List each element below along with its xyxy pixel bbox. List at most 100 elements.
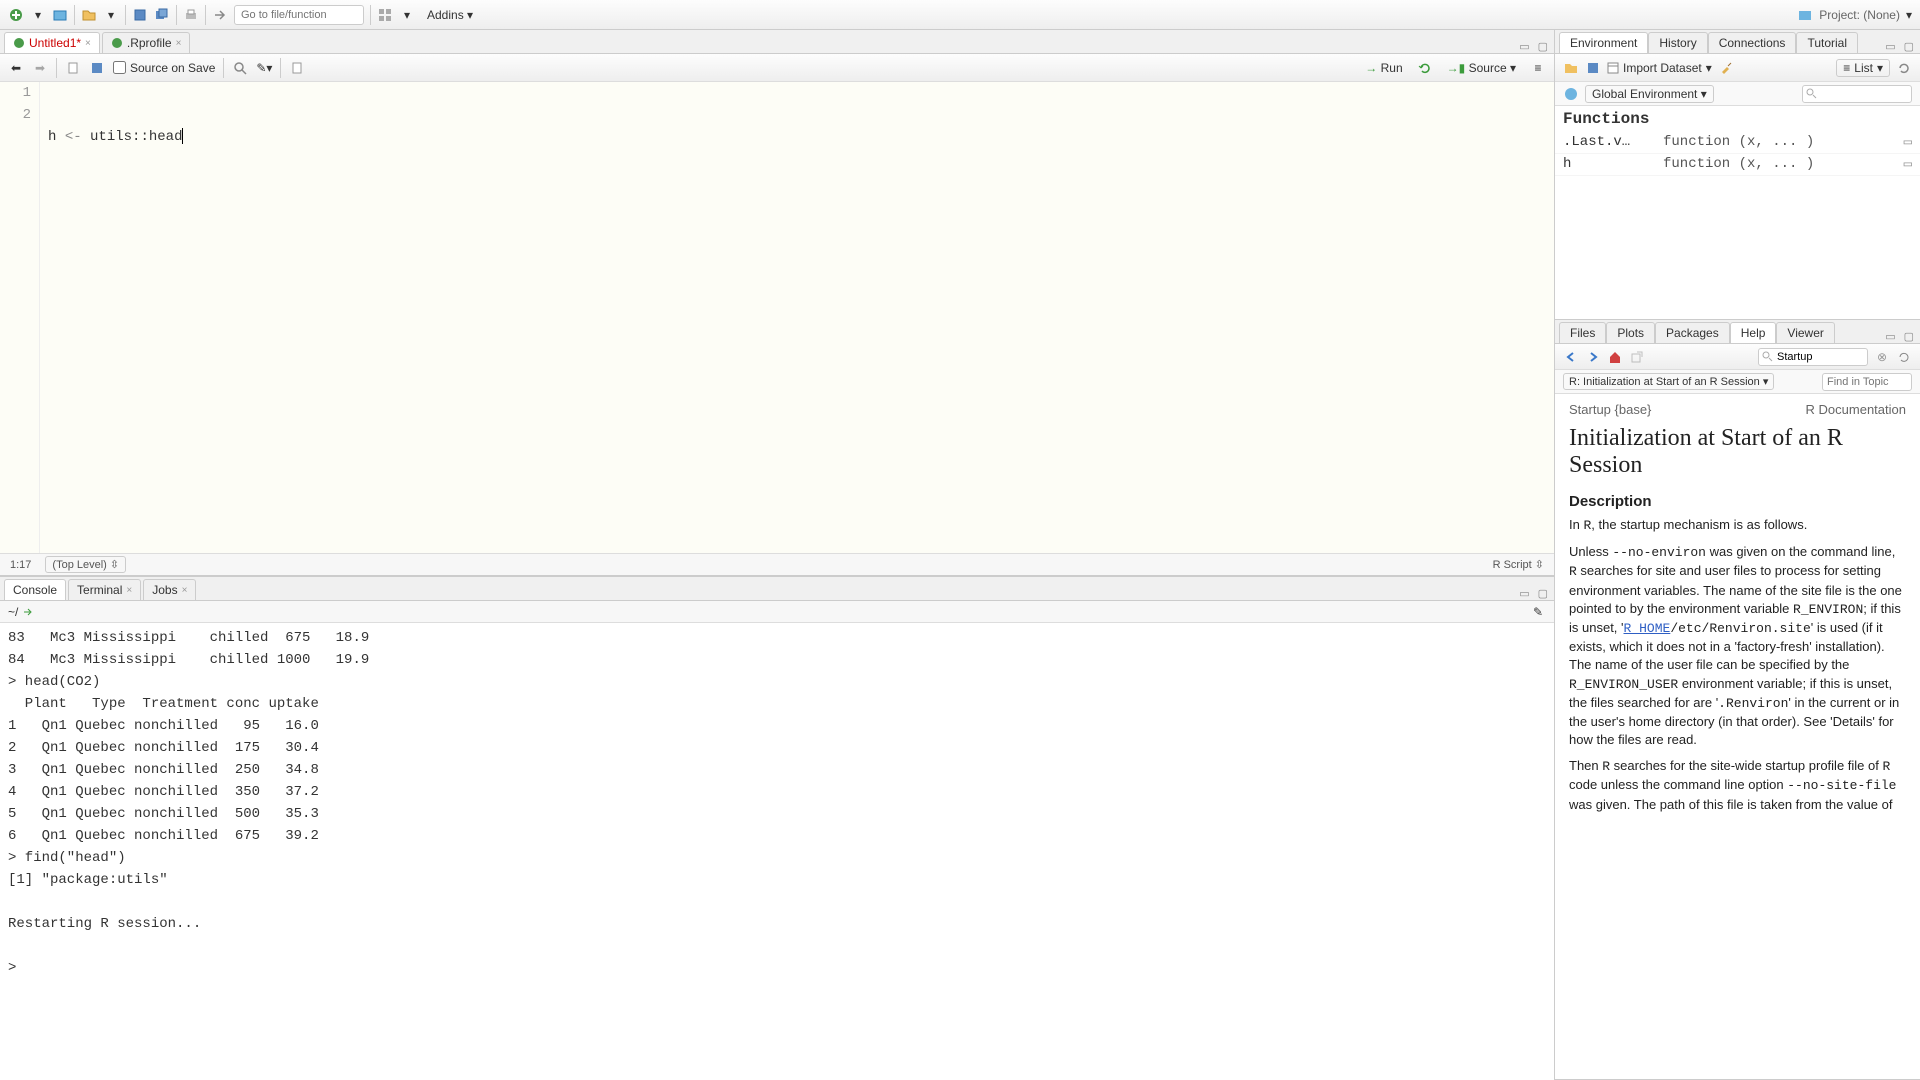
rhome-link[interactable]: R_HOME [1624, 621, 1671, 636]
filetype-selector[interactable]: R Script ⇳ [1493, 558, 1544, 571]
help-paragraph: Then R searches for the site-wide startu… [1569, 757, 1906, 814]
dropdown-icon[interactable]: ▾ [399, 7, 415, 23]
env-search-input[interactable] [1802, 85, 1912, 103]
project-label[interactable]: Project: (None) [1819, 8, 1900, 22]
maximize-icon[interactable]: ▢ [1538, 40, 1548, 53]
help-tabs: Files Plots Packages Help Viewer ▭ ▢ [1555, 320, 1920, 344]
dropdown-icon[interactable]: ▾ [30, 7, 46, 23]
import-dataset-button[interactable]: Import Dataset ▾ [1607, 61, 1712, 75]
help-topic-bar: R: Initialization at Start of an R Sessi… [1555, 370, 1920, 394]
dropdown-icon[interactable]: ▾ [103, 7, 119, 23]
editor-statusbar: 1:17 (Top Level) ⇳ R Script ⇳ [0, 553, 1554, 575]
env-row[interactable]: .Last.v… function (x, ... ) ▭ [1555, 132, 1920, 154]
source-on-save-checkbox[interactable] [113, 61, 126, 74]
project-icon[interactable] [1797, 7, 1813, 23]
new-file-icon[interactable] [8, 7, 24, 23]
minimize-icon[interactable]: ▭ [1519, 40, 1529, 53]
help-paragraph: Unless --no-environ was given on the com… [1569, 543, 1906, 749]
new-project-icon[interactable] [52, 7, 68, 23]
search-icon [1805, 87, 1817, 99]
popout-icon[interactable] [1629, 349, 1645, 365]
grid-icon[interactable] [377, 7, 393, 23]
help-page-id: Startup {base} [1569, 402, 1651, 417]
close-icon[interactable]: × [126, 585, 132, 596]
tab-terminal[interactable]: Terminal× [68, 579, 141, 600]
tab-history[interactable]: History [1648, 32, 1707, 53]
back-icon[interactable] [1563, 349, 1579, 365]
tab-files[interactable]: Files [1559, 322, 1606, 343]
console-toolbar: ~/ ✎ [0, 601, 1554, 623]
gutter: 1 2 [0, 82, 40, 553]
home-icon[interactable] [1607, 349, 1623, 365]
forward-icon[interactable]: ➡ [32, 60, 48, 76]
rscript-icon [111, 37, 123, 49]
tab-plots[interactable]: Plots [1606, 322, 1655, 343]
find-in-topic-input[interactable] [1822, 373, 1912, 391]
scope-selector[interactable]: (Top Level) ⇳ [45, 556, 126, 573]
goto-icon[interactable] [212, 7, 228, 23]
minimize-icon[interactable]: ▭ [1519, 587, 1529, 600]
tab-tutorial[interactable]: Tutorial [1796, 32, 1858, 53]
wand-icon[interactable]: ✎▾ [256, 60, 272, 76]
refresh-icon[interactable] [1896, 349, 1912, 365]
report-icon[interactable] [289, 60, 305, 76]
find-icon[interactable] [232, 60, 248, 76]
clear-search-icon[interactable]: ⊗ [1874, 349, 1890, 365]
tab-viewer[interactable]: Viewer [1776, 322, 1834, 343]
broom-icon[interactable] [1718, 60, 1734, 76]
rerun-icon[interactable] [1417, 60, 1433, 76]
outline-icon[interactable]: ≡ [1530, 60, 1546, 76]
tab-rprofile[interactable]: .Rprofile × [102, 32, 191, 53]
clear-console-icon[interactable]: ✎ [1530, 604, 1546, 620]
back-icon[interactable]: ⬅ [8, 60, 24, 76]
maximize-icon[interactable]: ▢ [1904, 330, 1914, 343]
wd-script-icon[interactable] [20, 604, 36, 620]
close-icon[interactable]: × [176, 38, 182, 49]
tab-environment[interactable]: Environment [1559, 32, 1648, 53]
close-icon[interactable]: × [85, 38, 91, 49]
save-icon[interactable] [132, 7, 148, 23]
load-icon[interactable] [1563, 60, 1579, 76]
goto-input[interactable] [234, 5, 364, 25]
tab-jobs[interactable]: Jobs× [143, 579, 196, 600]
tab-packages[interactable]: Packages [1655, 322, 1730, 343]
addins-button[interactable]: Addins ▾ [421, 6, 479, 24]
tab-help[interactable]: Help [1730, 322, 1777, 343]
help-search-input[interactable] [1758, 348, 1868, 366]
run-button[interactable]: → Run [1359, 59, 1408, 77]
print-icon[interactable] [183, 7, 199, 23]
topic-selector[interactable]: R: Initialization at Start of an R Sessi… [1563, 373, 1774, 390]
forward-icon[interactable] [1585, 349, 1601, 365]
maximize-icon[interactable]: ▢ [1538, 587, 1548, 600]
help-title: Initialization at Start of an R Session [1569, 425, 1906, 479]
view-fn-icon[interactable]: ▭ [1904, 156, 1912, 173]
working-dir[interactable]: ~/ [8, 605, 18, 619]
minimize-icon[interactable]: ▭ [1885, 330, 1895, 343]
save-icon[interactable] [1585, 60, 1601, 76]
close-icon[interactable]: × [182, 585, 188, 596]
save-icon[interactable] [89, 60, 105, 76]
tab-untitled1[interactable]: Untitled1* × [4, 32, 100, 53]
search-icon [1761, 350, 1773, 362]
maximize-icon[interactable]: ▢ [1904, 40, 1914, 53]
refresh-icon[interactable] [1896, 60, 1912, 76]
code-editor[interactable]: 1 2 h <- utils::head [0, 82, 1554, 553]
env-row[interactable]: h function (x, ... ) ▭ [1555, 154, 1920, 176]
cursor-position: 1:17 [10, 559, 31, 571]
view-mode-button[interactable]: ≡ List ▾ [1836, 59, 1890, 77]
view-fn-icon[interactable]: ▭ [1904, 134, 1912, 151]
source-button[interactable]: →▮ Source ▾ [1441, 59, 1522, 77]
env-toolbar: Import Dataset ▾ ≡ List ▾ [1555, 54, 1920, 82]
help-content[interactable]: Startup {base} R Documentation Initializ… [1555, 394, 1920, 1079]
env-scope-selector[interactable]: Global Environment ▾ [1585, 85, 1714, 103]
rscript-icon [13, 37, 25, 49]
open-file-icon[interactable] [81, 7, 97, 23]
tab-connections[interactable]: Connections [1708, 32, 1797, 53]
tab-console[interactable]: Console [4, 579, 66, 600]
dropdown-icon[interactable]: ▾ [1906, 8, 1912, 22]
console-output[interactable]: 83 Mc3 Mississippi chilled 675 18.9 84 M… [0, 623, 1554, 1080]
show-file-icon[interactable] [65, 60, 81, 76]
minimize-icon[interactable]: ▭ [1885, 40, 1895, 53]
save-all-icon[interactable] [154, 7, 170, 23]
help-nav-toolbar: ⊗ [1555, 344, 1920, 370]
